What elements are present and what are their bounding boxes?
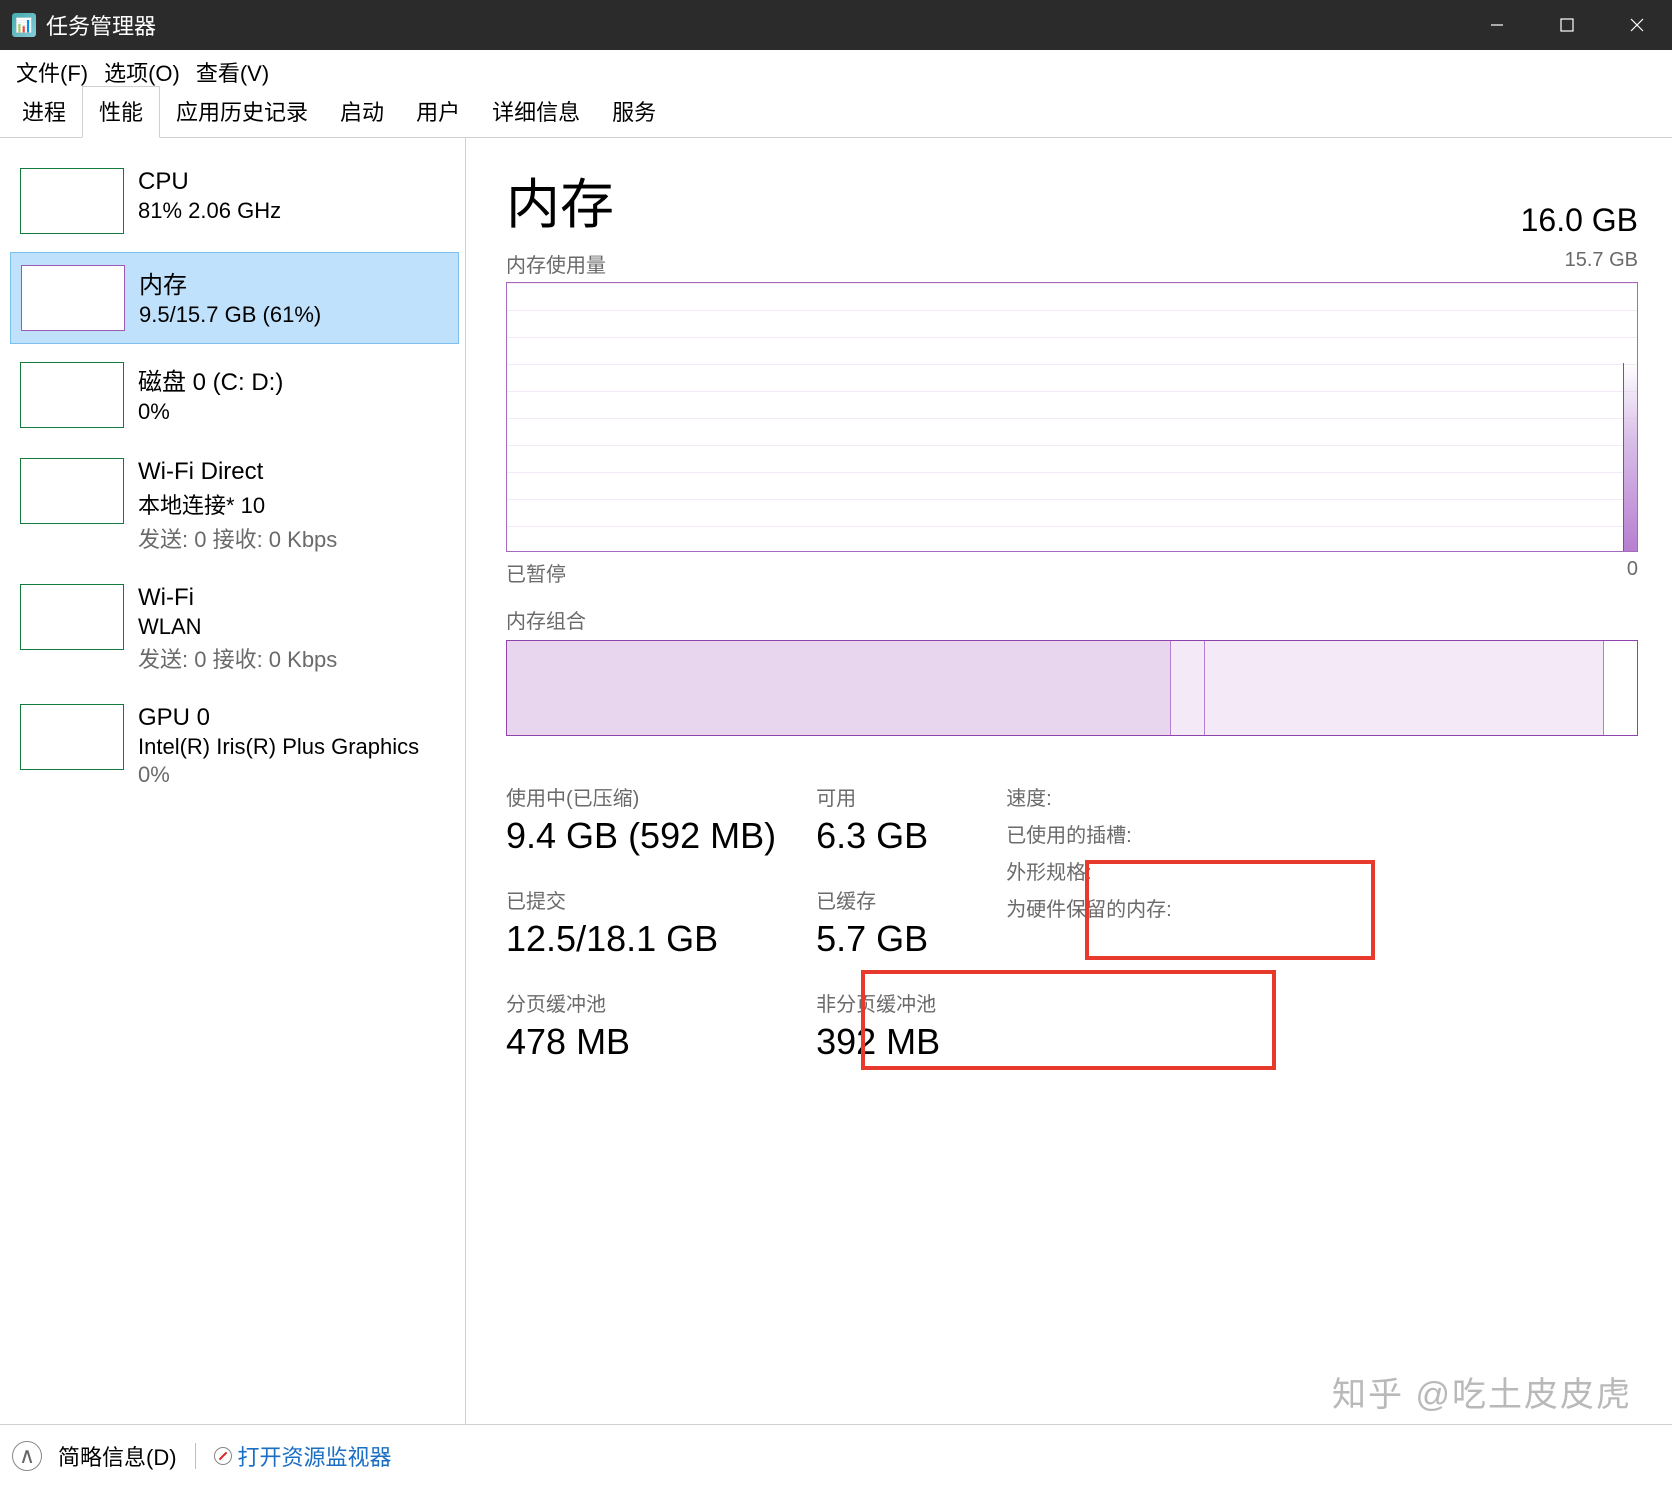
titlebar: 📊 任务管理器 xyxy=(0,0,1672,50)
stat-label: 分页缓冲池 xyxy=(506,988,776,1017)
sidebar-item-sub: Intel(R) Iris(R) Plus Graphics xyxy=(138,734,419,760)
tab-processes[interactable]: 进程 xyxy=(6,87,82,137)
tab-performance[interactable]: 性能 xyxy=(82,86,160,138)
memory-usage-graph[interactable] xyxy=(506,282,1638,552)
sidebar-item-wifi[interactable]: Wi-Fi WLAN 发送: 0 接收: 0 Kbps xyxy=(10,572,459,686)
sidebar-item-label: 磁盘 0 (C: D:) xyxy=(138,362,283,397)
stat-value: 478 MB xyxy=(506,1021,776,1063)
tab-app-history[interactable]: 应用历史记录 xyxy=(160,87,324,137)
sub-label-left: 已暂停 xyxy=(506,558,566,587)
stat-label: 使用中(已压缩) xyxy=(506,782,776,811)
memory-thumb-icon xyxy=(21,265,125,331)
stat-nonpaged-pool: 非分页缓冲池 392 MB xyxy=(816,988,940,1063)
composition-standby xyxy=(1205,641,1604,735)
menu-view[interactable]: 查看(V) xyxy=(188,52,277,92)
window-title: 任务管理器 xyxy=(46,9,156,41)
stat-cached: 已缓存 5.7 GB xyxy=(816,885,940,960)
sidebar-item-sub2: 发送: 0 接收: 0 Kbps xyxy=(138,522,337,554)
sidebar-item-gpu[interactable]: GPU 0 Intel(R) Iris(R) Plus Graphics 0% xyxy=(10,692,459,800)
gpu-thumb-icon xyxy=(20,704,124,770)
sidebar-item-sub: WLAN xyxy=(138,614,337,640)
cpu-thumb-icon xyxy=(20,168,124,234)
stat-label: 已缓存 xyxy=(816,885,940,914)
footer-separator xyxy=(195,1443,196,1469)
tab-users[interactable]: 用户 xyxy=(400,87,476,137)
sidebar-item-cpu[interactable]: CPU 81% 2.06 GHz xyxy=(10,156,459,246)
disk-thumb-icon xyxy=(20,362,124,428)
minimize-button[interactable] xyxy=(1462,0,1532,50)
stat-value: 9.4 GB (592 MB) xyxy=(506,815,776,857)
sidebar-item-label: Wi-Fi xyxy=(138,584,337,612)
wifi-direct-thumb-icon xyxy=(20,458,124,524)
sidebar-item-sub: 81% 2.06 GHz xyxy=(138,198,281,224)
sidebar-item-memory[interactable]: 内存 9.5/15.7 GB (61%) xyxy=(10,252,459,344)
stat-label: 可用 xyxy=(816,782,940,811)
sidebar-item-sub2: 发送: 0 接收: 0 Kbps xyxy=(138,642,337,674)
detail-panel: 内存 16.0 GB 内存使用量 15.7 GB 已暂停 0 内存组合 使用中(… xyxy=(466,138,1672,1424)
stat-right-speed: 速度: xyxy=(1006,782,1172,811)
footer-bar: ∧ 简略信息(D) 打开资源监视器 xyxy=(0,1424,1672,1486)
graph-label-right: 15.7 GB xyxy=(1565,249,1638,278)
simple-info-button[interactable]: 简略信息(D) xyxy=(58,1440,177,1472)
maximize-button[interactable] xyxy=(1532,0,1602,50)
sidebar-item-wifi-direct[interactable]: Wi-Fi Direct 本地连接* 10 发送: 0 接收: 0 Kbps xyxy=(10,446,459,566)
tab-startup[interactable]: 启动 xyxy=(324,87,400,137)
graph-label-left: 内存使用量 xyxy=(506,249,606,278)
composition-free xyxy=(1604,641,1637,735)
composition-label: 内存组合 xyxy=(506,605,1638,634)
close-button[interactable] xyxy=(1602,0,1672,50)
stat-value: 6.3 GB xyxy=(816,815,940,857)
sidebar-item-sub: 0% xyxy=(138,399,283,425)
stat-available: 可用 6.3 GB xyxy=(816,782,940,857)
resource-monitor-icon xyxy=(214,1447,232,1465)
stat-right-form: 外形规格: xyxy=(1006,856,1172,885)
stat-right-reserved: 为硬件保留的内存: xyxy=(1006,893,1172,922)
sidebar-item-sub2: 0% xyxy=(138,762,419,788)
memory-composition-bar[interactable] xyxy=(506,640,1638,736)
sidebar: CPU 81% 2.06 GHz 内存 9.5/15.7 GB (61%) 磁盘… xyxy=(0,138,465,1424)
stat-label: 已提交 xyxy=(506,885,776,914)
stat-value: 12.5/18.1 GB xyxy=(506,918,776,960)
open-resource-monitor-link[interactable]: 打开资源监视器 xyxy=(214,1440,392,1472)
stat-right-slots: 已使用的插槽: xyxy=(1006,819,1172,848)
stat-committed: 已提交 12.5/18.1 GB xyxy=(506,885,776,960)
sidebar-item-sub: 本地连接* 10 xyxy=(138,488,337,520)
composition-used xyxy=(507,641,1171,735)
sidebar-item-label: GPU 0 xyxy=(138,704,419,732)
stat-label: 非分页缓冲池 xyxy=(816,988,940,1017)
stats-right-labels: 速度: 已使用的插槽: 外形规格: 为硬件保留的内存: xyxy=(1006,782,1172,1063)
detail-total: 16.0 GB xyxy=(1521,202,1638,239)
sidebar-item-sub: 9.5/15.7 GB (61%) xyxy=(139,302,321,328)
sidebar-item-label: CPU xyxy=(138,168,281,196)
resource-monitor-label: 打开资源监视器 xyxy=(238,1440,392,1472)
graph-spike xyxy=(1623,363,1637,551)
sidebar-item-label: Wi-Fi Direct xyxy=(138,458,337,486)
stat-paged-pool: 分页缓冲池 478 MB xyxy=(506,988,776,1063)
sub-label-right: 0 xyxy=(1627,558,1638,587)
tab-details[interactable]: 详细信息 xyxy=(476,87,596,137)
stat-value: 5.7 GB xyxy=(816,918,940,960)
stat-in-use: 使用中(已压缩) 9.4 GB (592 MB) xyxy=(506,782,776,857)
detail-title: 内存 xyxy=(506,160,614,239)
chevron-up-icon[interactable]: ∧ xyxy=(12,1441,42,1471)
app-icon: 📊 xyxy=(12,13,36,37)
composition-modified xyxy=(1171,641,1205,735)
tab-services[interactable]: 服务 xyxy=(596,87,672,137)
wifi-thumb-icon xyxy=(20,584,124,650)
sidebar-item-label: 内存 xyxy=(139,265,321,300)
sidebar-item-disk[interactable]: 磁盘 0 (C: D:) 0% xyxy=(10,350,459,440)
tabs: 进程 性能 应用历史记录 启动 用户 详细信息 服务 xyxy=(0,94,1672,138)
stat-value: 392 MB xyxy=(816,1021,940,1063)
